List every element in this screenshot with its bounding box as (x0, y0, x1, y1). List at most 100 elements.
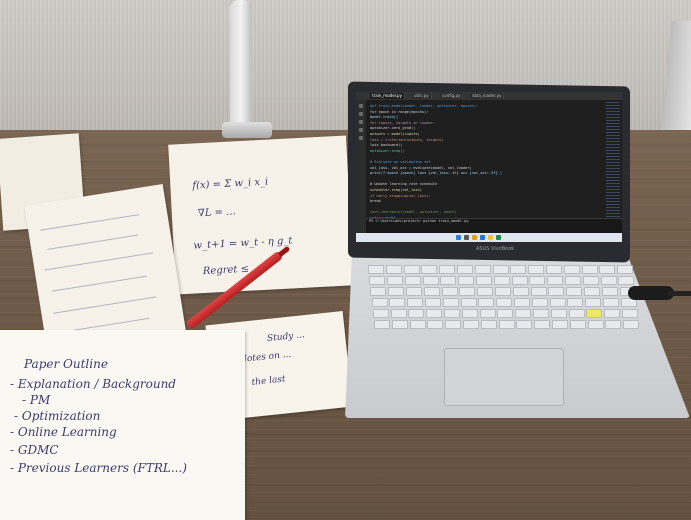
editor-tab[interactable]: data_loader.py (470, 93, 505, 99)
keyboard-key[interactable] (496, 298, 513, 307)
keyboard-key[interactable] (497, 309, 514, 318)
source-control-icon[interactable] (359, 120, 363, 124)
keyboard-key[interactable] (600, 276, 617, 285)
code-editor[interactable]: def train_model(model, loader, optimizer… (370, 104, 600, 221)
keyboard-key[interactable] (406, 287, 422, 296)
keyboard-key[interactable] (426, 309, 443, 318)
minimap[interactable] (606, 102, 620, 232)
keyboard-key[interactable] (407, 298, 424, 307)
keyboard-key[interactable] (374, 320, 390, 329)
keyboard-key[interactable] (530, 287, 547, 296)
keyboard-key[interactable] (423, 287, 440, 296)
terminal-panel[interactable]: PS C:\Users\dev\project> python train_mo… (366, 218, 622, 233)
keyboard-key[interactable] (371, 298, 388, 307)
keyboard-key[interactable] (622, 309, 638, 318)
keyboard-key[interactable] (458, 276, 475, 285)
keyboard-key[interactable] (387, 276, 403, 285)
keyboard-key[interactable] (479, 309, 496, 318)
keyboard-key[interactable] (566, 287, 583, 296)
browser-icon[interactable] (472, 235, 477, 240)
keyboard-key[interactable] (477, 287, 494, 296)
keyboard-key[interactable] (569, 320, 586, 329)
debug-icon[interactable] (359, 128, 363, 132)
keyboard-key[interactable] (385, 265, 402, 274)
keyboard-key[interactable] (617, 265, 634, 274)
keyboard-key[interactable] (498, 320, 515, 329)
keyboard-key[interactable] (567, 298, 584, 307)
files-icon[interactable] (359, 104, 363, 108)
keyboard-key[interactable] (390, 309, 407, 318)
keyboard-key[interactable] (618, 276, 635, 285)
keyboard-key[interactable] (529, 276, 546, 285)
keyboard-key[interactable] (563, 265, 580, 274)
keyboard-key[interactable] (422, 276, 439, 285)
keyboard-key[interactable] (547, 276, 564, 285)
keyboard-key[interactable] (581, 265, 598, 274)
keyboard-key[interactable] (442, 298, 459, 307)
keyboard-key[interactable] (516, 320, 533, 329)
keyboard-key[interactable] (441, 287, 458, 296)
keyboard-key[interactable] (528, 265, 545, 274)
keyboard-key[interactable] (368, 265, 384, 274)
keyboard-key[interactable] (533, 309, 549, 318)
keyboard-key[interactable] (512, 287, 529, 296)
keyboard-key[interactable] (587, 320, 604, 329)
vscode-icon[interactable] (480, 235, 485, 240)
keyboard-key[interactable] (604, 309, 621, 318)
keyboard-key[interactable] (534, 320, 551, 329)
search-icon[interactable] (359, 112, 363, 116)
keyboard-key[interactable] (463, 320, 479, 329)
keyboard-key[interactable] (585, 298, 602, 307)
keyboard-key[interactable] (403, 265, 420, 274)
keyboard-key[interactable] (372, 309, 389, 318)
keyboard-key[interactable] (603, 298, 619, 307)
keyboard-key[interactable] (568, 309, 585, 318)
keyboard-key[interactable] (389, 298, 406, 307)
keyboard-key[interactable] (584, 287, 600, 296)
editor-tab[interactable]: train_model.py (370, 93, 405, 99)
search-icon[interactable] (464, 235, 469, 240)
keyboard-key[interactable] (582, 276, 599, 285)
keyboard-key[interactable] (599, 265, 616, 274)
keyboard-key[interactable] (514, 298, 530, 307)
keyboard-key[interactable] (457, 265, 473, 274)
keyboard-key[interactable] (369, 276, 386, 285)
keyboard-key[interactable] (510, 265, 527, 274)
keyboard-key[interactable] (388, 287, 405, 296)
keyboard-key[interactable] (474, 265, 491, 274)
keyboard-key[interactable] (425, 298, 441, 307)
keyboard-key[interactable] (421, 265, 438, 274)
keyboard-key[interactable] (391, 320, 408, 329)
editor-tab[interactable]: config.py (440, 93, 464, 99)
keyboard-key[interactable] (459, 287, 476, 296)
keyboard-key[interactable] (492, 265, 509, 274)
keyboard-key[interactable] (605, 320, 622, 329)
touchpad[interactable] (444, 348, 564, 406)
keyboard-key[interactable] (370, 287, 387, 296)
keyboard-key[interactable] (623, 320, 640, 329)
start-icon[interactable] (456, 235, 461, 240)
keyboard-key[interactable] (531, 298, 548, 307)
editor-tab[interactable]: utils.py (412, 93, 432, 99)
explorer-icon[interactable] (488, 235, 493, 240)
keyboard-key[interactable] (586, 309, 603, 318)
keyboard-key[interactable] (460, 298, 477, 307)
keyboard-key[interactable] (552, 320, 568, 329)
keyboard-key[interactable] (550, 309, 567, 318)
keyboard-key[interactable] (478, 298, 495, 307)
keyboard-key[interactable] (546, 265, 562, 274)
keyboard-key[interactable] (493, 276, 510, 285)
keyboard-key[interactable] (445, 320, 462, 329)
keyboard-key[interactable] (480, 320, 497, 329)
keyboard-key[interactable] (427, 320, 444, 329)
keyboard-key[interactable] (476, 276, 492, 285)
keyboard-key[interactable] (565, 276, 581, 285)
keyboard-key[interactable] (404, 276, 421, 285)
keyboard-key[interactable] (439, 265, 456, 274)
keyboard-key[interactable] (601, 287, 618, 296)
keyboard-key[interactable] (515, 309, 532, 318)
keyboard-key[interactable] (408, 309, 425, 318)
keyboard-key[interactable] (495, 287, 511, 296)
keyboard-key[interactable] (511, 276, 528, 285)
keyboard-key[interactable] (548, 287, 565, 296)
